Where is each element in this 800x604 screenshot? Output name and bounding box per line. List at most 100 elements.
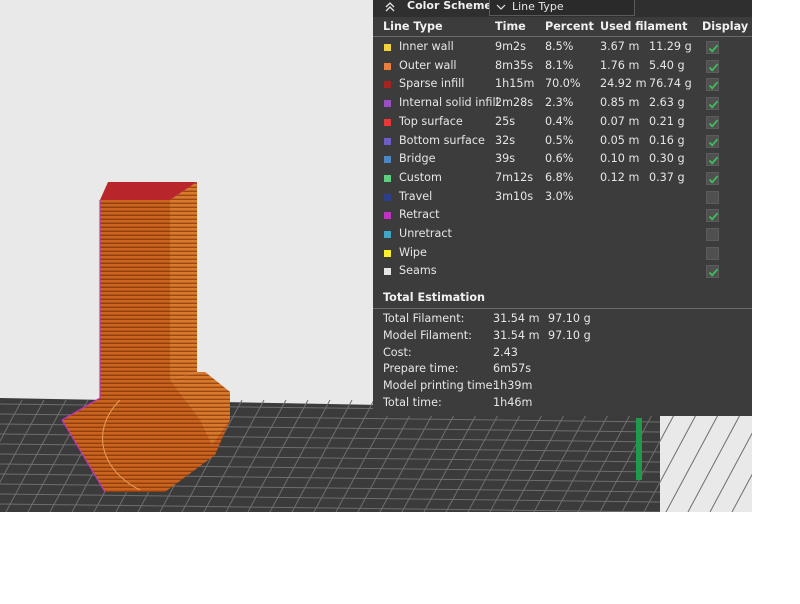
line-type-percent: 3.0%: [545, 189, 574, 203]
panel-header: Color Scheme Line Type: [373, 0, 752, 17]
line-type-time: 32s: [495, 133, 516, 147]
display-checkbox[interactable]: [706, 190, 719, 204]
grid-line: [665, 399, 727, 512]
total-estimation-row: Total Filament: 31.54 m 97.10 g: [373, 312, 752, 329]
line-type-name: Inner wall: [399, 40, 454, 53]
grid-line: [709, 432, 752, 512]
total-estimation-row: Model printing time: 1h39m: [373, 379, 752, 396]
line-type-length: 1.76 m: [600, 58, 640, 72]
estimate-value: 31.54 m: [493, 312, 540, 325]
chevron-down-icon: [496, 2, 506, 12]
estimate-label: Cost:: [383, 345, 412, 359]
line-type-length: 3.67 m: [600, 40, 640, 53]
line-type-name: Travel: [399, 189, 433, 203]
line-type-name: Sparse infill: [399, 77, 465, 91]
line-type-name: Custom: [399, 170, 442, 184]
display-checkbox[interactable]: [706, 153, 719, 167]
display-checkbox[interactable]: [706, 209, 719, 223]
line-type-length: 0.12 m: [600, 170, 640, 184]
column-used-filament: Used filament: [600, 20, 688, 33]
line-type-name: Bottom surface: [399, 133, 485, 147]
color-swatch: [384, 249, 391, 257]
line-type-percent: 8.1%: [545, 58, 574, 72]
line-type-name: Retract: [399, 208, 440, 222]
display-checkbox[interactable]: [706, 134, 719, 148]
line-type-row: Custom 7m12s 6.8% 0.12 m 0.37 g: [373, 171, 752, 189]
checkmark-icon: [708, 63, 719, 72]
line-type-time: 7m12s: [495, 170, 534, 184]
line-type-name: Seams: [399, 264, 437, 278]
line-type-name: Wipe: [399, 245, 427, 259]
checkmark-icon: [708, 269, 719, 278]
estimate-label: Model printing time:: [383, 379, 497, 393]
line-type-name: Bridge: [399, 152, 436, 166]
line-type-name: Outer wall: [399, 58, 457, 72]
checkmark-icon: [708, 44, 719, 53]
line-type-row: Travel 3m10s 3.0%: [373, 190, 752, 208]
line-type-row: Sparse infill 1h15m 70.0% 24.92 m 76.74 g: [373, 77, 752, 95]
line-type-length: 24.92 m: [600, 77, 647, 91]
estimate-label: Total Filament:: [383, 312, 465, 325]
line-type-length: 0.10 m: [600, 152, 640, 166]
line-type-row: Unretract: [373, 227, 752, 245]
line-type-time: 25s: [495, 114, 516, 128]
line-type-name: Top surface: [399, 114, 463, 128]
line-type-length: 0.85 m: [600, 96, 640, 110]
total-estimation-row: Total time: 1h46m: [373, 396, 752, 413]
line-type-row: Inner wall 9m2s 8.5% 3.67 m 11.29 g: [373, 40, 752, 58]
display-checkbox[interactable]: [706, 171, 719, 185]
estimate-value: 1h46m: [493, 396, 533, 409]
color-swatch: [384, 212, 391, 220]
chevron-up-double-icon[interactable]: [383, 0, 397, 14]
color-swatch: [384, 231, 391, 238]
line-type-weight: 5.40 g: [649, 58, 685, 72]
total-estimation-row: Model Filament: 31.54 m 97.10 g: [373, 329, 752, 346]
color-scheme-select[interactable]: Line Type: [489, 0, 635, 16]
display-checkbox[interactable]: [706, 115, 719, 129]
color-swatch: [384, 100, 391, 108]
display-checkbox[interactable]: [706, 97, 719, 111]
display-checkbox[interactable]: [706, 78, 719, 92]
legend-panel: Color Scheme Line Type Line Type Time Pe…: [373, 0, 752, 416]
checkmark-icon: [708, 119, 719, 128]
line-type-weight: 2.63 g: [649, 96, 685, 110]
checkmark-icon: [708, 212, 719, 221]
display-checkbox[interactable]: [706, 228, 719, 241]
color-swatch: [384, 193, 391, 201]
checkmark-icon: [708, 138, 719, 147]
estimate-value-secondary: 97.10 g: [548, 312, 591, 325]
line-type-row: Wipe: [373, 246, 752, 264]
line-type-name: Internal solid infill: [399, 96, 499, 110]
display-checkbox[interactable]: [706, 41, 719, 54]
line-type-length: 0.05 m: [600, 133, 640, 147]
line-type-time: 2m28s: [495, 96, 534, 110]
color-swatch: [384, 62, 391, 70]
line-type-percent: 6.8%: [545, 170, 574, 184]
checkmark-icon: [708, 100, 719, 109]
color-swatch: [384, 174, 391, 182]
color-swatch: [384, 137, 391, 145]
color-scheme-label: Color Scheme: [407, 0, 492, 12]
estimate-value: 2.43: [493, 345, 518, 359]
total-estimation-row: Cost: 2.43: [373, 346, 752, 363]
line-type-row: Bottom surface 32s 0.5% 0.05 m 0.16 g: [373, 134, 752, 152]
color-swatch: [384, 44, 391, 51]
line-type-percent: 70.0%: [545, 77, 581, 91]
line-type-row: Outer wall 8m35s 8.1% 1.76 m 5.40 g: [373, 59, 752, 77]
display-checkbox[interactable]: [706, 246, 719, 260]
total-estimation-row: Prepare time: 6m57s: [373, 362, 752, 379]
line-type-percent: 8.5%: [545, 40, 574, 53]
estimate-value: 6m57s: [493, 362, 532, 376]
line-type-percent: 0.6%: [545, 152, 574, 166]
total-estimation-title: Total Estimation: [383, 291, 485, 304]
header-divider: [373, 36, 752, 37]
line-type-weight: 0.16 g: [649, 133, 685, 147]
line-type-row: Bridge 39s 0.6% 0.10 m 0.30 g: [373, 152, 752, 170]
line-type-time: 3m10s: [495, 189, 534, 203]
column-display: Display: [702, 20, 749, 33]
display-checkbox[interactable]: [706, 59, 719, 73]
line-type-time: 8m35s: [495, 58, 534, 72]
color-swatch: [384, 268, 391, 276]
estimate-label: Model Filament:: [383, 328, 472, 342]
display-checkbox[interactable]: [706, 265, 719, 279]
